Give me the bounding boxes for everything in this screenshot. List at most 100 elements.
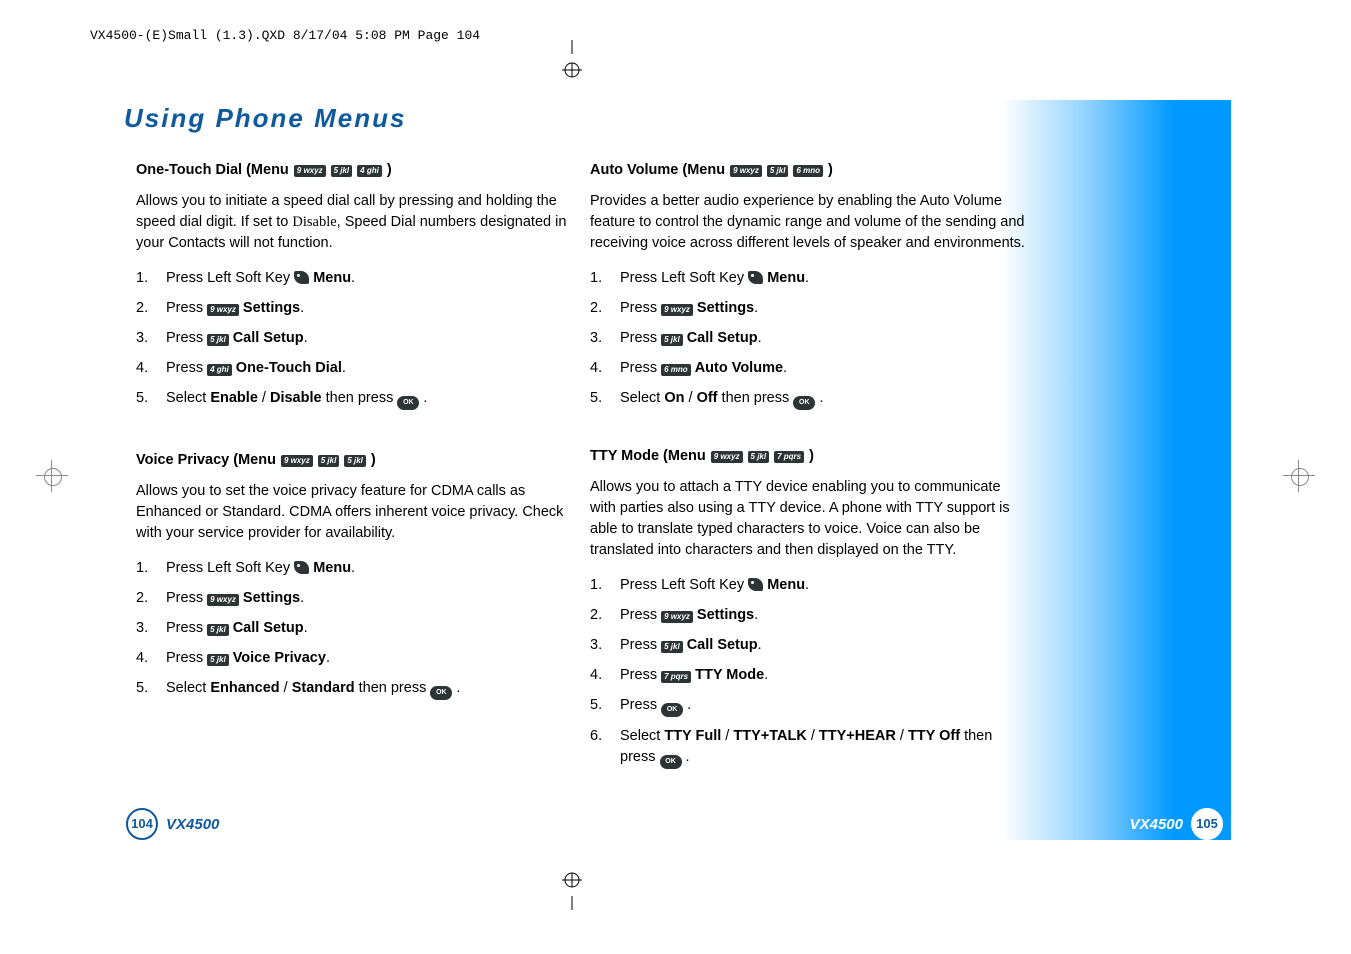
left-column: One-Touch Dial (Menu 9 wxyz 5 jkl 4 ghi … (136, 160, 576, 734)
step-num: 3. (590, 328, 606, 349)
step-text: Press (166, 620, 207, 636)
step-text: Select (166, 390, 210, 406)
step-num: 2. (590, 605, 606, 626)
key-5-icon: 5 jkl (207, 334, 229, 346)
footer-left: 104 VX4500 (126, 808, 219, 840)
step-text: Press (166, 590, 207, 606)
enable-label: Enable (210, 390, 258, 406)
enhanced-label: Enhanced (210, 680, 279, 696)
period: . (304, 620, 308, 636)
auto-volume-label: Auto Volume (695, 360, 783, 376)
step-text: Press (620, 667, 661, 683)
voice-privacy-label: Voice Privacy (233, 650, 326, 666)
period: . (351, 270, 355, 286)
step-text: Press (620, 637, 661, 653)
step-text: Select (166, 680, 210, 696)
step-text: Press Left Soft Key (620, 577, 748, 593)
model-name: VX4500 (1130, 816, 1183, 833)
section-intro: Allows you to set the voice privacy feat… (136, 481, 576, 544)
section-tty-mode: TTY Mode (Menu 9 wxyz 5 jkl 7 pqrs ) All… (590, 446, 1030, 769)
settings-label: Settings (697, 607, 754, 623)
step-num: 4. (590, 665, 606, 686)
period: . (423, 390, 427, 406)
crop-mark-top (562, 40, 582, 85)
key-6-icon: 6 mno (661, 364, 691, 376)
step-num: 5. (590, 388, 606, 409)
page-number-right: 105 (1191, 808, 1223, 840)
menu-label: Menu (313, 270, 351, 286)
period: . (456, 680, 460, 696)
period: . (805, 270, 809, 286)
step-text: Press (166, 360, 207, 376)
key-9-icon: 9 wxyz (711, 451, 743, 463)
call-setup-label: Call Setup (687, 330, 758, 346)
key-5-icon: 5 jkl (661, 334, 683, 346)
paren-close: ) (371, 450, 376, 471)
left-soft-key-icon (748, 578, 763, 591)
slash: / (684, 390, 696, 406)
then-press: then press (355, 680, 431, 696)
menu-label: Menu (767, 577, 805, 593)
step-num: 1. (136, 268, 152, 289)
key-5-icon: 5 jkl (767, 165, 789, 177)
paren-close: ) (387, 160, 392, 181)
key-5-icon: 5 jkl (207, 654, 229, 666)
ok-key-icon: OK (430, 686, 452, 700)
step-num: 5. (136, 678, 152, 699)
step-text: Press Left Soft Key (166, 560, 294, 576)
page-spread: VX4500-(E)Small (1.3).QXD 8/17/04 5:08 P… (0, 0, 1351, 954)
section-head-text: Voice Privacy (Menu (136, 450, 276, 471)
left-soft-key-icon (294, 561, 309, 574)
tty-off-label: TTY Off (908, 728, 960, 744)
step-text: Press (166, 330, 207, 346)
step-text: Press (620, 300, 661, 316)
period: . (351, 560, 355, 576)
then-press: then press (718, 390, 794, 406)
step-num: 2. (136, 588, 152, 609)
key-5-icon: 5 jkl (661, 641, 683, 653)
footer-right: VX4500 105 (1130, 808, 1223, 840)
steps-list: 1.Press Left Soft Key Menu. 2.Press 9 wx… (136, 268, 576, 410)
menu-label: Menu (767, 270, 805, 286)
call-setup-label: Call Setup (233, 330, 304, 346)
slash: / (807, 728, 819, 744)
key-4-icon: 4 ghi (207, 364, 232, 376)
period: . (687, 697, 691, 713)
key-6-icon: 6 mno (793, 165, 823, 177)
step-text: Press (166, 300, 207, 316)
steps-list: 1.Press Left Soft Key Menu. 2.Press 9 wx… (590, 268, 1030, 410)
tty-talk-label: TTY+TALK (733, 728, 806, 744)
registration-mark-left (36, 460, 68, 492)
on-label: On (664, 390, 684, 406)
slash: / (280, 680, 292, 696)
step-text: Press Left Soft Key (620, 270, 748, 286)
off-label: Off (697, 390, 718, 406)
key-9-icon: 9 wxyz (281, 455, 313, 467)
step-num: 3. (136, 618, 152, 639)
step-num: 5. (136, 388, 152, 409)
registration-mark-right (1283, 460, 1315, 492)
period: . (326, 650, 330, 666)
period: . (754, 300, 758, 316)
steps-list: 1.Press Left Soft Key Menu. 2.Press 9 wx… (136, 558, 576, 700)
slash: / (721, 728, 733, 744)
page-number-left: 104 (126, 808, 158, 840)
key-5-icon: 5 jkl (318, 455, 340, 467)
step-num: 3. (590, 635, 606, 656)
step-text: Press Left Soft Key (166, 270, 294, 286)
paren-close: ) (809, 446, 814, 467)
right-column: Auto Volume (Menu 9 wxyz 5 jkl 6 mno ) P… (590, 160, 1030, 803)
step-num: 6. (590, 726, 606, 747)
step-num: 1. (590, 268, 606, 289)
paren-close: ) (828, 160, 833, 181)
section-voice-privacy: Voice Privacy (Menu 9 wxyz 5 jkl 5 jkl )… (136, 450, 576, 700)
intro-disable-word: Disable (292, 214, 336, 230)
settings-label: Settings (243, 300, 300, 316)
step-num: 4. (590, 358, 606, 379)
step-text: Press (620, 697, 661, 713)
file-path-header: VX4500-(E)Small (1.3).QXD 8/17/04 5:08 P… (90, 28, 480, 43)
key-5-icon: 5 jkl (344, 455, 366, 467)
blue-gradient-bg (1001, 100, 1231, 840)
standard-label: Standard (292, 680, 355, 696)
ok-key-icon: OK (660, 755, 682, 769)
